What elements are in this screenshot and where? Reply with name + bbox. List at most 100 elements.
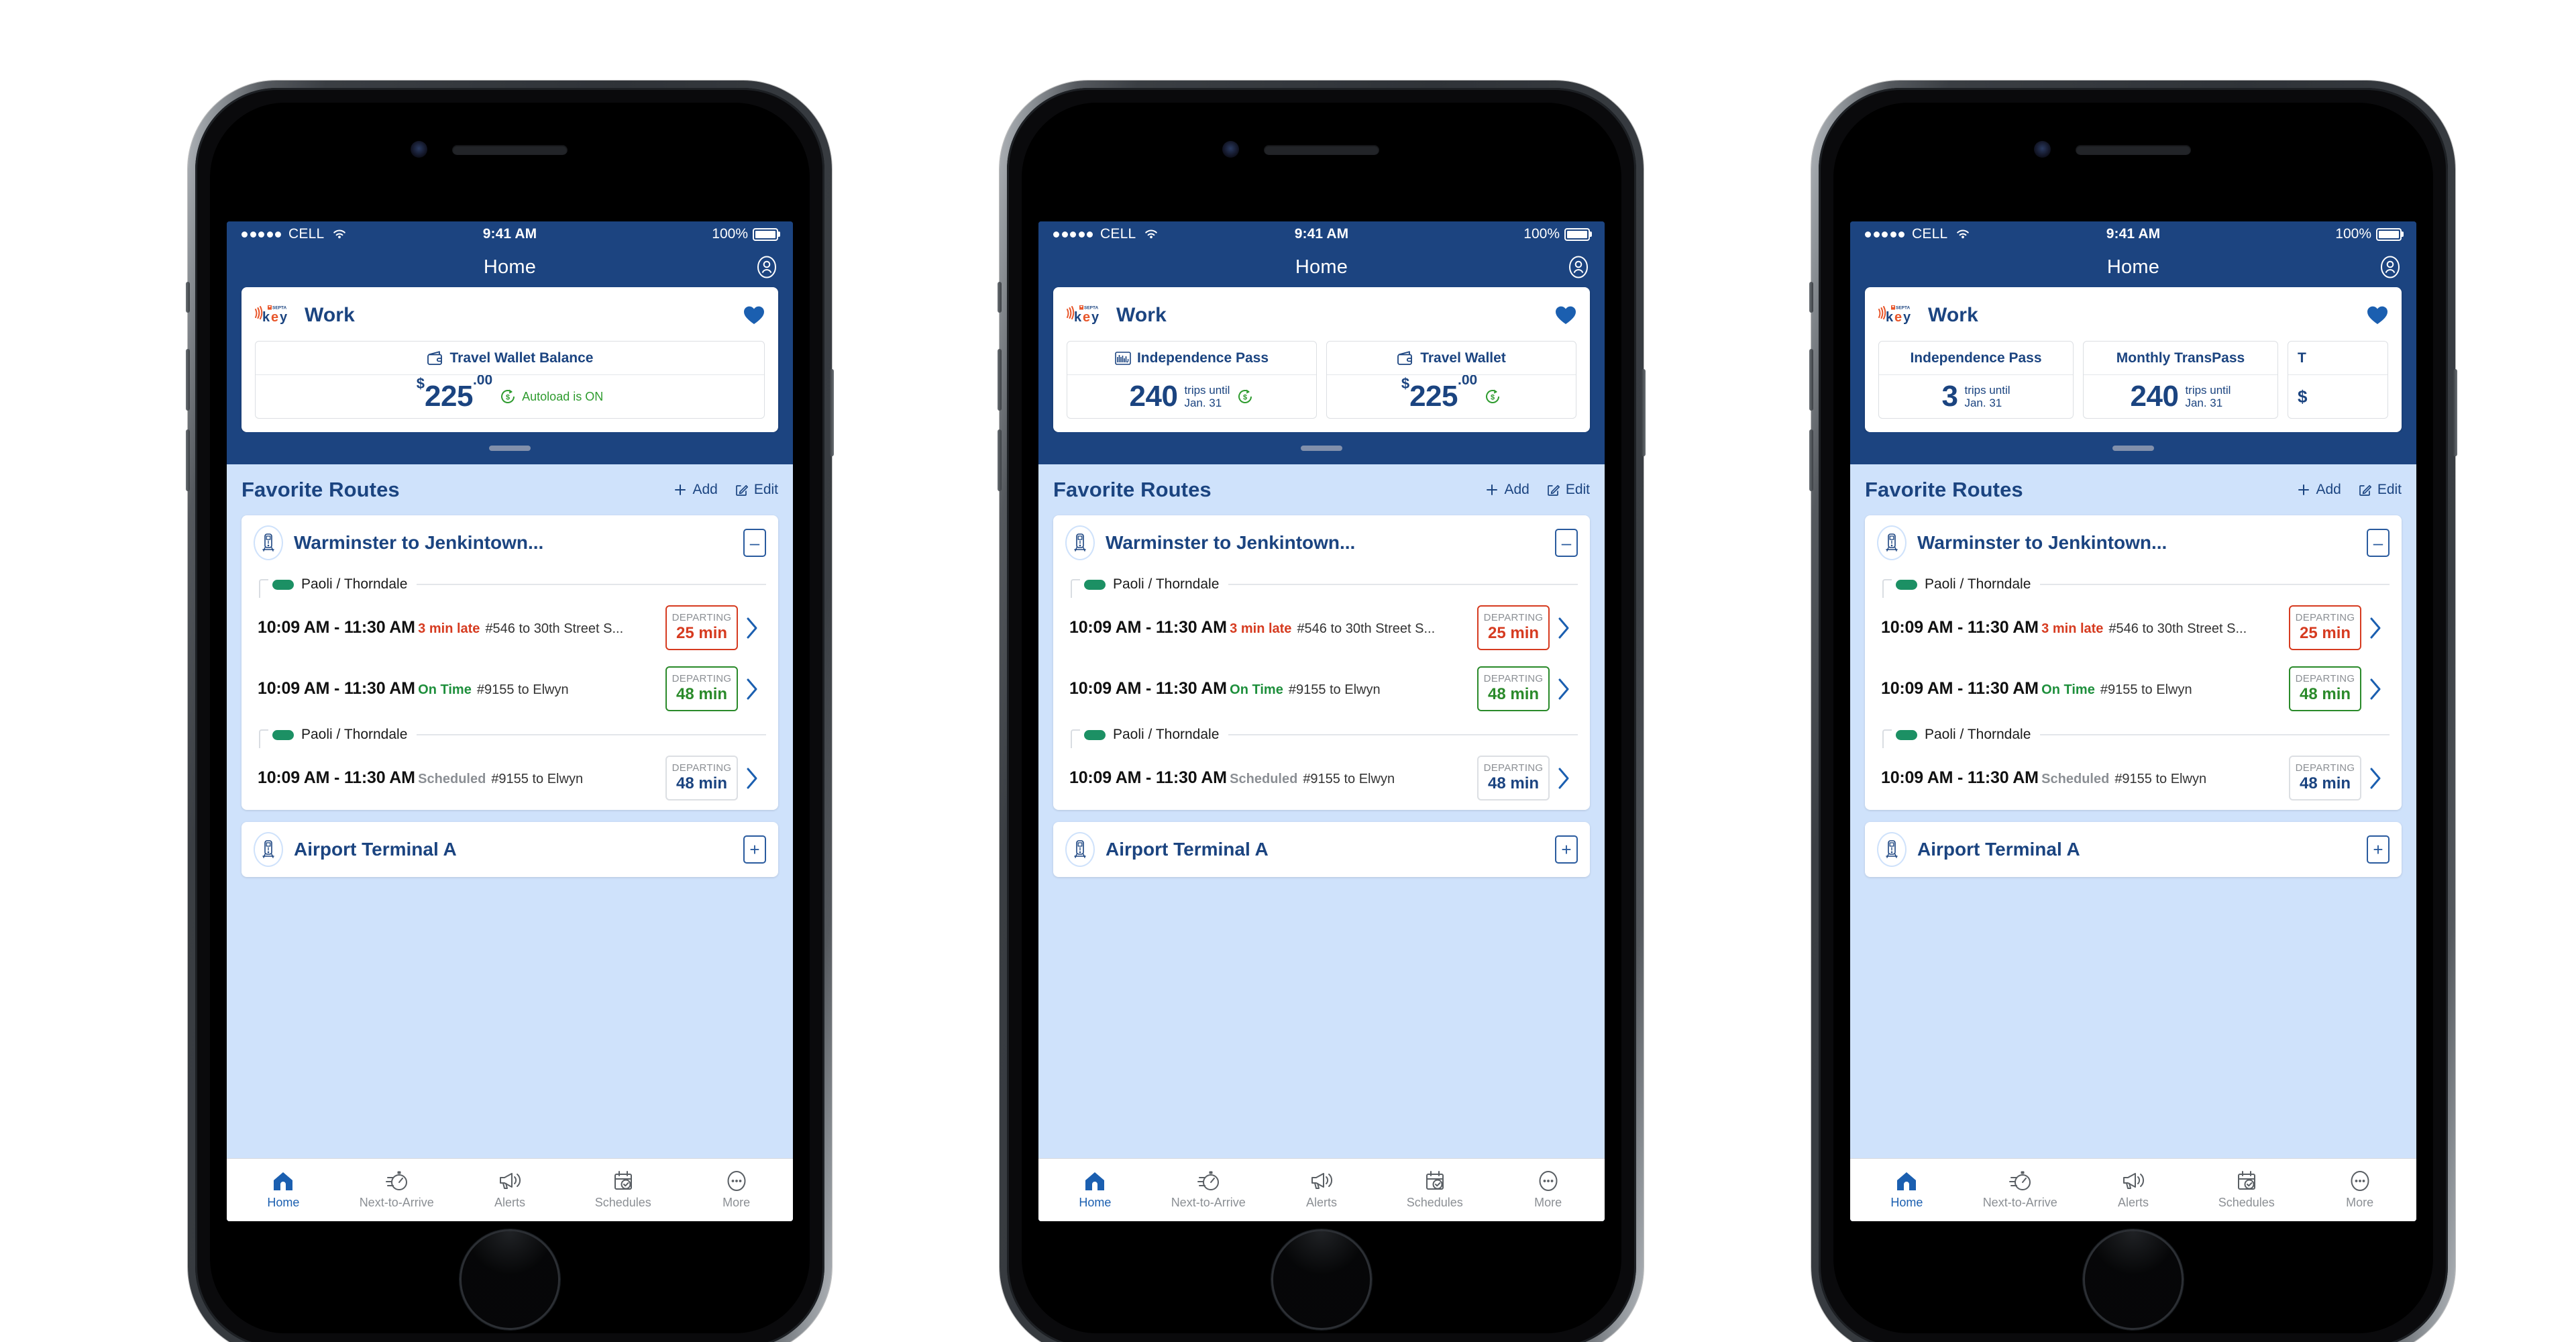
silent-switch[interactable] xyxy=(186,282,190,313)
route-card-header[interactable]: Warminster to Jenkintown... – xyxy=(1877,515,2390,570)
pass-row[interactable]: Independence Pass 3 trips until Jan. 31 xyxy=(1878,341,2388,419)
edit-routes-button[interactable]: Edit xyxy=(1547,482,1590,498)
tab-home[interactable]: Home xyxy=(1850,1170,1964,1210)
heart-filled-icon[interactable] xyxy=(1555,305,1576,325)
trip-row[interactable]: 10:09 AM - 11:30 AM On Time #9155 to Elwy… xyxy=(254,660,766,721)
trip-row[interactable]: 10:09 AM - 11:30 AM 3 min late #546 to 30… xyxy=(254,599,766,660)
route-card-header[interactable]: Warminster to Jenkintown... – xyxy=(1065,515,1578,570)
chevron-right-icon[interactable] xyxy=(2361,678,2390,701)
tab-schedules[interactable]: Schedules xyxy=(1378,1170,1491,1210)
heart-filled-icon[interactable] xyxy=(743,305,765,325)
fare-card[interactable]: SEPTA k e y Work xyxy=(1053,287,1590,432)
pass-travel-wallet-balance[interactable]: Travel Wallet Balance $225.00 $ Autoload… xyxy=(255,341,765,419)
tab-alerts[interactable]: Alerts xyxy=(453,1170,567,1210)
tab-more[interactable]: More xyxy=(1491,1170,1605,1210)
route-card-header[interactable]: Airport Terminal A + xyxy=(254,822,766,877)
chevron-right-icon[interactable] xyxy=(2361,767,2390,790)
sheet-drag-handle[interactable] xyxy=(489,446,531,451)
trip-row[interactable]: 10:09 AM - 11:30 AM Scheduled #9155 to El… xyxy=(1065,749,1578,810)
account-circle-icon[interactable] xyxy=(1567,256,1590,278)
volume-up-button[interactable] xyxy=(186,349,190,411)
silent-switch[interactable] xyxy=(998,282,1002,313)
trip-row[interactable]: 10:09 AM - 11:30 AM On Time #9155 to Elwy… xyxy=(1065,660,1578,721)
pass-travel-wallet[interactable]: Travel Wallet $225.00 $ xyxy=(1326,341,1576,419)
route-card[interactable]: Warminster to Jenkintown... – Paoli / Th… xyxy=(1865,515,2402,810)
minus-box-icon[interactable]: – xyxy=(2367,529,2390,557)
pass-travel-wallet-clipped[interactable]: T $ xyxy=(2288,341,2388,419)
route-card[interactable]: Airport Terminal A + xyxy=(241,822,778,877)
tab-next-to-arrive[interactable]: Next-to-Arrive xyxy=(1152,1170,1265,1210)
chevron-right-icon[interactable] xyxy=(1550,678,1578,701)
line-color-pill xyxy=(1084,579,1106,590)
chevron-right-icon[interactable] xyxy=(738,678,766,701)
volume-up-button[interactable] xyxy=(1809,349,1813,411)
line-label: Paoli / Thorndale xyxy=(1925,576,2031,592)
chevron-right-icon[interactable] xyxy=(1550,617,1578,639)
home-icon xyxy=(272,1170,294,1192)
chevron-right-icon[interactable] xyxy=(738,767,766,790)
route-card[interactable]: Warminster to Jenkintown... – Paoli / Th… xyxy=(241,515,778,810)
route-card[interactable]: Airport Terminal A + xyxy=(1865,822,2402,877)
route-card-header[interactable]: Airport Terminal A + xyxy=(1877,822,2390,877)
tab-alerts[interactable]: Alerts xyxy=(2077,1170,2190,1210)
account-circle-icon[interactable] xyxy=(2379,256,2402,278)
volume-down-button[interactable] xyxy=(186,429,190,491)
power-button[interactable] xyxy=(1642,369,1646,456)
home-button[interactable] xyxy=(2083,1229,2184,1330)
minus-box-icon[interactable]: – xyxy=(743,529,766,557)
plus-box-icon[interactable]: + xyxy=(743,835,766,864)
tab-schedules[interactable]: Schedules xyxy=(566,1170,680,1210)
silent-switch[interactable] xyxy=(1809,282,1813,313)
volume-down-button[interactable] xyxy=(998,429,1002,491)
trip-row[interactable]: 10:09 AM - 11:30 AM On Time #9155 to Elwy… xyxy=(1877,660,2390,721)
chevron-right-icon[interactable] xyxy=(738,617,766,639)
edit-routes-button[interactable]: Edit xyxy=(735,482,778,498)
tab-home[interactable]: Home xyxy=(1038,1170,1152,1210)
trip-row[interactable]: 10:09 AM - 11:30 AM Scheduled #9155 to El… xyxy=(1877,749,2390,810)
fare-card[interactable]: SEPTA k e y Work xyxy=(241,287,778,432)
stopwatch-icon xyxy=(2008,1170,2031,1192)
tab-home[interactable]: Home xyxy=(227,1170,340,1210)
chevron-right-icon[interactable] xyxy=(2361,617,2390,639)
sheet-drag-handle[interactable] xyxy=(2112,446,2154,451)
fare-card[interactable]: SEPTA k e y Work xyxy=(1865,287,2402,432)
plus-box-icon[interactable]: + xyxy=(2367,835,2390,864)
megaphone-icon xyxy=(1310,1170,1333,1192)
trip-row[interactable]: 10:09 AM - 11:30 AM 3 min late #546 to 30… xyxy=(1877,599,2390,660)
power-button[interactable] xyxy=(830,369,834,456)
add-route-button[interactable]: Add xyxy=(2297,482,2341,498)
tab-alerts[interactable]: Alerts xyxy=(1265,1170,1379,1210)
tab-next-to-arrive[interactable]: Next-to-Arrive xyxy=(340,1170,453,1210)
sheet-drag-handle[interactable] xyxy=(1301,446,1342,451)
route-card[interactable]: Warminster to Jenkintown... – Paoli / Th… xyxy=(1053,515,1590,810)
pass-monthly-transpass[interactable]: Monthly TransPass 240 trips until Jan. 3… xyxy=(2083,341,2278,419)
power-button[interactable] xyxy=(2453,369,2457,456)
tab-schedules[interactable]: Schedules xyxy=(2190,1170,2303,1210)
tab-more[interactable]: More xyxy=(680,1170,793,1210)
fare-card-name: Work xyxy=(1116,304,1167,326)
fare-card-header: SEPTA k e y Work xyxy=(255,299,765,331)
pass-independence-pass[interactable]: Independence Pass 3 trips until Jan. 31 xyxy=(1878,341,2074,419)
heart-filled-icon[interactable] xyxy=(2367,305,2388,325)
home-button[interactable] xyxy=(460,1229,560,1330)
edit-routes-button[interactable]: Edit xyxy=(2359,482,2402,498)
add-route-button[interactable]: Add xyxy=(1485,482,1529,498)
route-card-header[interactable]: Warminster to Jenkintown... – xyxy=(254,515,766,570)
add-route-button[interactable]: Add xyxy=(674,482,718,498)
trips-until-line1: trips until xyxy=(1184,383,1230,397)
trip-row[interactable]: 10:09 AM - 11:30 AM Scheduled #9155 to El… xyxy=(254,749,766,810)
account-circle-icon[interactable] xyxy=(755,256,778,278)
plus-box-icon[interactable]: + xyxy=(1555,835,1578,864)
nav-bar: Home xyxy=(1850,247,2416,287)
volume-up-button[interactable] xyxy=(998,349,1002,411)
route-card[interactable]: Airport Terminal A + xyxy=(1053,822,1590,877)
tab-more[interactable]: More xyxy=(2303,1170,2416,1210)
trip-row[interactable]: 10:09 AM - 11:30 AM 3 min late #546 to 30… xyxy=(1065,599,1578,660)
tab-next-to-arrive[interactable]: Next-to-Arrive xyxy=(1964,1170,2077,1210)
volume-down-button[interactable] xyxy=(1809,429,1813,491)
minus-box-icon[interactable]: – xyxy=(1555,529,1578,557)
chevron-right-icon[interactable] xyxy=(1550,767,1578,790)
pass-independence-pass[interactable]: Independence Pass 240 trips until Jan. 3… xyxy=(1067,341,1317,419)
home-button[interactable] xyxy=(1271,1229,1372,1330)
route-card-header[interactable]: Airport Terminal A + xyxy=(1065,822,1578,877)
